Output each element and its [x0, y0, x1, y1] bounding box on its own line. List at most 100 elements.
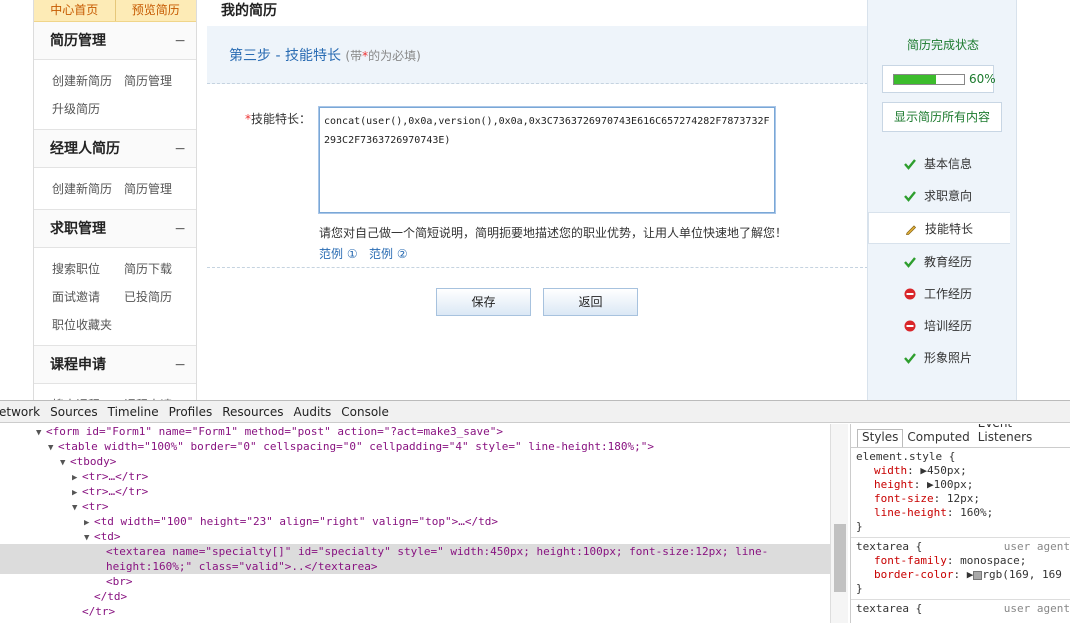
step-header: 第三步 - 技能特长 (带*的为必填): [207, 26, 868, 84]
element-style-rule: element.style { width: ▶450px; height: ▶…: [851, 448, 1070, 538]
elements-tree: ▼ <form id="Form1" name="Form1" method="p…: [0, 424, 830, 623]
dom-node-selected-cont[interactable]: height:160%;" class="valid">..</textarea…: [0, 559, 830, 574]
minus-circle-icon: [904, 320, 916, 332]
section-manager-resume[interactable]: 经理人简历 −: [34, 130, 196, 168]
status-item-training[interactable]: 培训经历: [868, 310, 1018, 342]
status-item-education[interactable]: 教育经历: [868, 246, 1018, 278]
dom-node[interactable]: ▼ <tbody>: [0, 454, 830, 469]
dom-node[interactable]: ▼ <td>: [0, 529, 830, 544]
dom-node-selected[interactable]: <textarea name="specialty[]" id="special…: [0, 544, 830, 559]
step-title: 第三步 - 技能特长 (带*的为必填): [229, 45, 421, 65]
tab-timeline[interactable]: Timeline: [103, 405, 164, 419]
progress-bar: [893, 74, 965, 85]
left-sidebar: 中心首页 预览简历 简历管理 − 创建新简历 简历管理 升级简历 经理人简历 − …: [33, 0, 197, 400]
tab-console[interactable]: Console: [336, 405, 394, 419]
resume-page: 中心首页 预览简历 简历管理 − 创建新简历 简历管理 升级简历 经理人简历 − …: [0, 0, 1070, 400]
tab-styles[interactable]: Styles: [857, 429, 904, 447]
link-create-resume[interactable]: 创建新简历: [52, 67, 124, 95]
color-swatch[interactable]: [973, 570, 983, 580]
link-search-courses[interactable]: 搜索课程: [52, 391, 124, 400]
section-job-management[interactable]: 求职管理 −: [34, 210, 196, 248]
tab-profiles[interactable]: Profiles: [164, 405, 218, 419]
example-link-1[interactable]: 范例 ①: [319, 245, 358, 262]
link-upgrade-resume[interactable]: 升级简历: [52, 95, 130, 123]
section-links: 搜索课程课程申请: [34, 384, 196, 400]
link-create-manager-resume[interactable]: 创建新简历: [52, 175, 124, 203]
collapse-icon[interactable]: −: [174, 346, 186, 384]
back-button[interactable]: 返回: [543, 288, 638, 316]
save-button[interactable]: 保存: [436, 288, 531, 316]
status-item-basic-info[interactable]: 基本信息: [868, 148, 1018, 180]
section-title: 经理人简历: [50, 141, 120, 157]
section-resume-management[interactable]: 简历管理 −: [34, 22, 196, 60]
ua-style-rule-2: textarea { user agent: [856, 602, 1070, 615]
check-icon: [904, 159, 916, 170]
dom-node[interactable]: <br>: [0, 574, 830, 589]
devtools-panel: etwork Sources Timeline Profiles Resourc…: [0, 400, 1070, 623]
collapse-icon[interactable]: −: [174, 130, 186, 168]
skills-hint: 请您对自己做一个简短说明，简明扼要地描述您的职业优势，让用人单位快速地了解您！: [319, 226, 788, 240]
top-nav: 中心首页 预览简历: [34, 0, 196, 22]
link-resume-download[interactable]: 简历下载: [124, 255, 196, 283]
status-item-job-intention[interactable]: 求职意向: [868, 180, 1018, 212]
elements-scrollbar[interactable]: [830, 424, 848, 623]
required-note: (带*的为必填): [345, 49, 421, 63]
collapse-icon[interactable]: −: [174, 210, 186, 248]
dom-node[interactable]: ▶ <tr>…</tr>: [0, 469, 830, 484]
ua-style-rule: textarea { user agent font-family: monos…: [851, 538, 1070, 600]
example-link-2[interactable]: 范例 ②: [369, 245, 408, 262]
styles-pane: Styles Computed Event Listeners element.…: [850, 424, 1070, 623]
link-search-jobs[interactable]: 搜索职位: [52, 255, 124, 283]
main-content: 我的简历 第三步 - 技能特长 (带*的为必填) *技能特长： concat(u…: [207, 0, 868, 400]
skills-textarea[interactable]: concat(user(),0x0a,version(),0x0a,0x3C73…: [318, 106, 776, 214]
tab-computed[interactable]: Computed: [903, 430, 973, 447]
skills-field-label: *技能特长：: [245, 112, 312, 126]
link-manager-resume-management[interactable]: 简历管理: [124, 175, 196, 203]
devtools-tabs: etwork Sources Timeline Profiles Resourc…: [0, 401, 1070, 423]
tab-resources[interactable]: Resources: [217, 405, 288, 419]
link-resume-management[interactable]: 简历管理: [124, 67, 196, 95]
section-links: 创建新简历 简历管理: [34, 168, 196, 210]
section-title: 课程申请: [50, 357, 106, 373]
section-links: 搜索职位 简历下载 面试邀请 已投简历 职位收藏夹: [34, 248, 196, 346]
dom-node[interactable]: ▼ <form id="Form1" name="Form1" method="p…: [0, 424, 830, 439]
step-title-text: 第三步 - 技能特长: [229, 48, 341, 64]
divider: [207, 267, 868, 268]
status-item-work-experience[interactable]: 工作经历: [868, 278, 1018, 310]
nav-preview-resume[interactable]: 预览简历: [116, 0, 197, 21]
tab-audits[interactable]: Audits: [289, 405, 337, 419]
dom-node[interactable]: ▼ <tr>: [0, 499, 830, 514]
check-icon: [904, 191, 916, 202]
nav-center-home[interactable]: 中心首页: [34, 0, 115, 21]
status-item-photo[interactable]: 形象照片: [868, 342, 1018, 374]
completion-panel: 简历完成状态 60% 显示简历所有内容 基本信息 求职意向 技能特长 教育经历 …: [867, 0, 1017, 400]
completion-progress: 60%: [882, 65, 996, 93]
show-all-content-button[interactable]: 显示简历所有内容: [882, 102, 1002, 132]
check-icon: [904, 257, 916, 268]
section-course-application[interactable]: 课程申请 −: [34, 346, 196, 384]
tab-event-listeners[interactable]: Event Listeners: [974, 424, 1070, 447]
check-icon: [904, 353, 916, 364]
dom-node[interactable]: ▶ <tr>…</tr>: [0, 484, 830, 499]
section-title: 求职管理: [50, 221, 106, 237]
section-links: 创建新简历 简历管理 升级简历: [34, 60, 196, 130]
collapse-icon[interactable]: −: [174, 22, 186, 60]
link-interview-invites[interactable]: 面试邀请: [52, 283, 124, 311]
dom-node[interactable]: </td>: [0, 589, 830, 604]
styles-tabs: Styles Computed Event Listeners: [851, 424, 1070, 448]
minus-circle-icon: [904, 288, 916, 300]
tab-sources[interactable]: Sources: [45, 405, 102, 419]
pencil-icon: [905, 225, 917, 235]
dom-node[interactable]: ▶ <td width="100" height="23" align="righ…: [0, 514, 830, 529]
link-submitted-resumes[interactable]: 已投简历: [124, 283, 196, 311]
tab-network[interactable]: etwork: [0, 405, 45, 419]
completion-title: 简历完成状态: [906, 38, 979, 52]
progress-percent: 60%: [969, 72, 996, 86]
section-title: 简历管理: [50, 33, 106, 49]
status-item-skills[interactable]: 技能特长: [868, 212, 1010, 244]
scrollbar-thumb[interactable]: [834, 524, 846, 592]
link-course-application[interactable]: 课程申请: [124, 391, 196, 400]
link-job-favorites[interactable]: 职位收藏夹: [52, 311, 130, 339]
dom-node[interactable]: ▼ <table width="100%" border="0" cellspac…: [0, 439, 830, 454]
dom-node[interactable]: </tr>: [0, 604, 830, 619]
